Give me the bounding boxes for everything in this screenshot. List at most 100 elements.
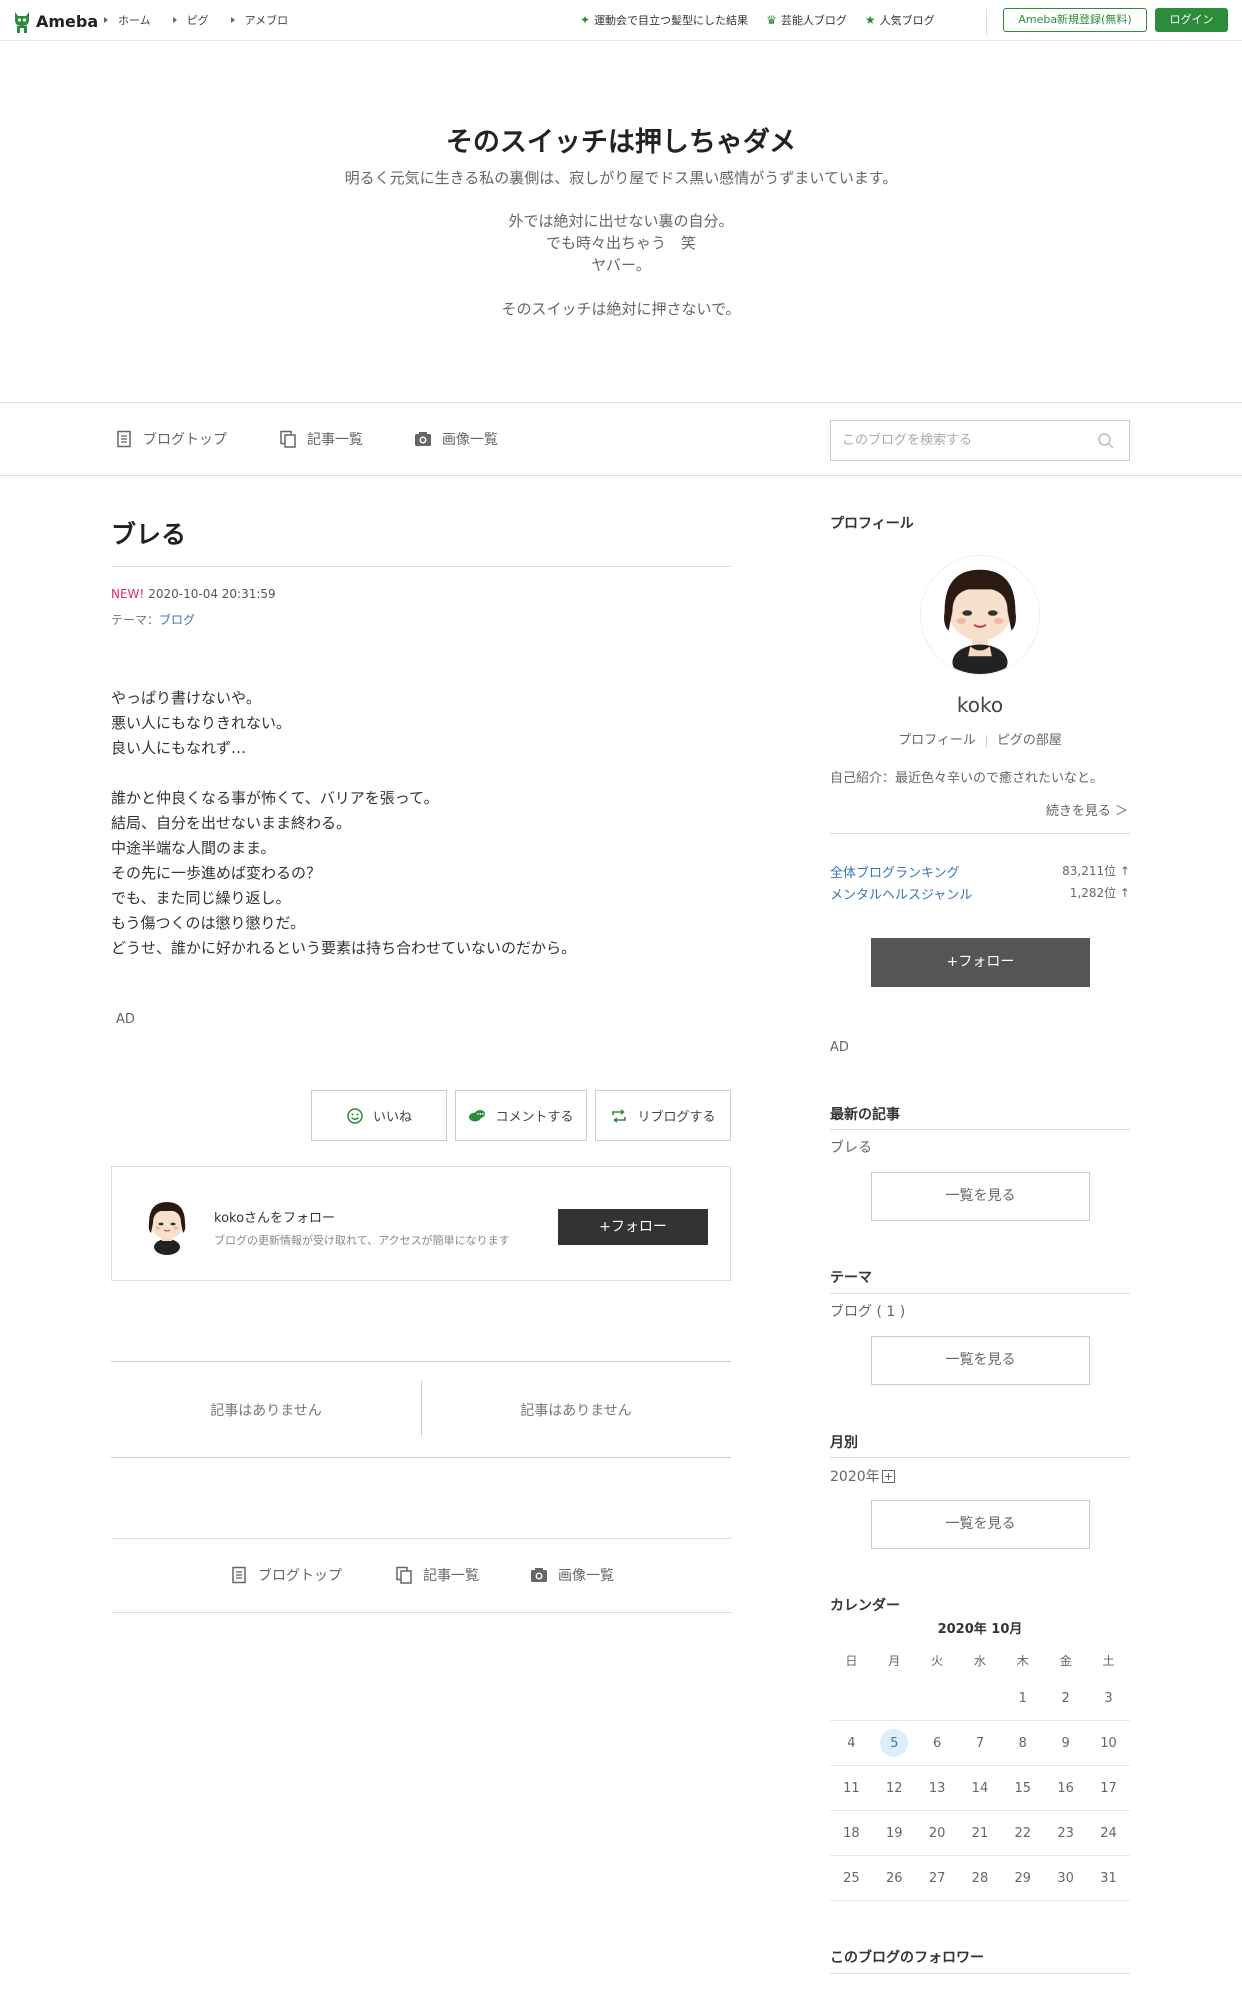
calendar: 日月火水木金土 1 2 3 4 5 6 7 8 9 10 11 12 13 14 15 16 17 18 19 20 2… (830, 1644, 1130, 1901)
calendar-day-number: 13 (928, 1780, 946, 1796)
like-button[interactable]: いいね (311, 1090, 447, 1141)
global-header: Ameba ホーム ピグ アメブロ ✦ 運動会で目立つ髪型にした結果 ♛ 芸能人ブロ… (0, 0, 1242, 41)
avatar[interactable] (137, 1195, 197, 1255)
link-separator (985, 734, 987, 747)
star-icon: ★ (864, 13, 876, 27)
calendar-day-number: 18 (843, 1825, 860, 1841)
calendar-day-number: 10 (1100, 1735, 1117, 1751)
breadcrumb-ameblo[interactable]: アメブロ (230, 12, 288, 28)
crown-icon: ♛ (766, 13, 777, 27)
calendar-week: 4 5 6 7 8 9 10 (830, 1721, 1130, 1766)
calendar-day-number: 31 (1100, 1870, 1117, 1886)
calendar-day: 4 (830, 1721, 873, 1765)
calendar-day-number: 9 (1061, 1735, 1070, 1751)
calendar-day: 28 (959, 1856, 1002, 1900)
reblog-button[interactable]: リブログする (595, 1090, 731, 1141)
calendar-day: 20 (916, 1811, 959, 1855)
calendar-day-number: 20 (928, 1825, 946, 1841)
reblog-icon (612, 1108, 627, 1123)
calendar-day-number: 16 (1057, 1780, 1074, 1796)
profile-link[interactable]: プロフィール (898, 733, 976, 748)
profile-links: プロフィール ピグの部屋 (830, 729, 1130, 748)
monthly-item[interactable]: 2020年 (830, 1466, 895, 1486)
calendar-day: 9 (1044, 1721, 1087, 1765)
calendar-day-number: 6 (932, 1735, 942, 1751)
ranking-genre: メンタルヘルスジャンル 1,282位 ↑ (830, 884, 1130, 903)
related-divider-bottom (111, 1457, 731, 1458)
sidebar-follow-button[interactable]: +フォロー (871, 938, 1090, 987)
calendar-day: 5 (873, 1721, 916, 1765)
follow-button[interactable]: +フォロー (558, 1209, 708, 1245)
profile-name[interactable]: koko (830, 693, 1130, 717)
breadcrumb-home[interactable]: ホーム (104, 12, 151, 28)
nav-article-list[interactable]: 記事一覧 (279, 429, 363, 449)
calendar-weekday: 火 (931, 1653, 944, 1668)
calendar-weekday: 月 (888, 1653, 901, 1668)
calendar-day-number: 27 (928, 1870, 946, 1886)
theme-item-blog[interactable]: ブログ ( 1 ) (830, 1301, 905, 1321)
related-divider-top (111, 1361, 731, 1362)
expand-plus-icon[interactable] (881, 1469, 895, 1483)
theme-label: テーマ： (111, 613, 160, 627)
nav-blog-top[interactable]: ブログトップ (115, 429, 227, 449)
calendar-month: 2020年 10月 (937, 1622, 1023, 1637)
calendar-week: 11 12 13 14 15 16 17 (830, 1766, 1130, 1811)
calendar-weekday: 土 (1102, 1653, 1115, 1668)
calendar-day: 21 (959, 1811, 1002, 1855)
monthly-list-button[interactable]: 一覧を見る (871, 1500, 1090, 1549)
header-link-celebrity[interactable]: ♛ 芸能人ブログ (766, 12, 847, 28)
pigg-room-link[interactable]: ピグの部屋 (997, 733, 1062, 748)
comment-button[interactable]: コメントする (455, 1090, 587, 1141)
calendar-day: 1 (1001, 1676, 1044, 1720)
latest-articles-heading: 最新の記事 (830, 1107, 900, 1123)
calendar-day: 6 (916, 1721, 959, 1765)
calendar-weekday: 日 (845, 1653, 858, 1668)
bottom-nav-image-list[interactable]: 画像一覧 (530, 1565, 614, 1585)
blog-search-input[interactable] (831, 421, 1071, 460)
article-title[interactable]: ブレる (111, 515, 186, 551)
sidebar-ad-label: AD (830, 1040, 849, 1055)
chat-bubble-icon (469, 1109, 486, 1121)
calendar-day-number: 3 (1104, 1690, 1113, 1706)
profile-intro: 自己紹介：最近色々辛いので癒されたいなと。 (830, 771, 1104, 786)
header-link-popular[interactable]: ★ 人気ブログ (865, 12, 935, 28)
nav-image-list[interactable]: 画像一覧 (414, 429, 498, 449)
blog-title[interactable]: そのスイッチは押しちゃダメ (0, 120, 1242, 159)
article-body: やっぱり書けないや。 悪い人にもなりきれない。 良い人にもなれず… 誰かと仲良く… (111, 689, 577, 957)
theme-list-button[interactable]: 一覧を見る (871, 1336, 1090, 1385)
ameba-logo[interactable]: Ameba (12, 8, 98, 34)
breadcrumb-pigg[interactable]: ピグ (172, 12, 209, 28)
profile-avatar[interactable] (920, 555, 1040, 675)
triangle-right-icon (172, 17, 177, 23)
copy-icon (396, 1566, 412, 1584)
ranking-genre-link[interactable]: メンタルヘルスジャンル (830, 884, 972, 903)
search-icon[interactable] (1097, 432, 1115, 450)
calendar-day-number: 22 (1014, 1825, 1032, 1841)
bottom-nav-article-list[interactable]: 記事一覧 (395, 1565, 479, 1585)
latest-article-link[interactable]: ブレる (830, 1137, 872, 1157)
calendar-day: 25 (830, 1856, 873, 1900)
ranking-overall-link[interactable]: 全体ブログランキング (830, 862, 960, 881)
calendar-day-number: 4 (847, 1735, 856, 1751)
header-divider (986, 9, 987, 35)
theme-link[interactable]: ブログ (159, 613, 195, 627)
login-button[interactable]: ログイン (1155, 8, 1228, 32)
calendar-empty-day (873, 1676, 916, 1720)
ranking-overall-value: 83,211位 ↑ (1062, 864, 1130, 878)
blog-header: そのスイッチは押しちゃダメ 明るく元気に生きる私の裏側は、寂しがり屋でドス黒い感… (0, 41, 1242, 403)
followers-divider (830, 1973, 1130, 1974)
calendar-day: 26 (873, 1856, 916, 1900)
latest-list-button[interactable]: 一覧を見る (871, 1172, 1090, 1221)
calendar-week: 18 19 20 21 22 23 24 (830, 1811, 1130, 1856)
ranking-overall: 全体ブログランキング 83,211位 ↑ (830, 862, 1130, 881)
calendar-day: 19 (873, 1811, 916, 1855)
read-more-link[interactable]: 続きを見る ＞ (830, 800, 1130, 819)
calendar-day: 2 (1044, 1676, 1087, 1720)
calendar-empty-day (916, 1676, 959, 1720)
header-link-trending[interactable]: ✦ 運動会で目立つ髪型にした結果 (580, 12, 748, 28)
calendar-today: 5 (880, 1729, 909, 1757)
bottom-nav-blog-top[interactable]: ブログトップ (230, 1565, 342, 1585)
bottom-nav-divider-bottom (111, 1612, 731, 1613)
calendar-day: 13 (916, 1766, 959, 1810)
register-button[interactable]: Ameba新規登録(無料) (1003, 8, 1147, 32)
